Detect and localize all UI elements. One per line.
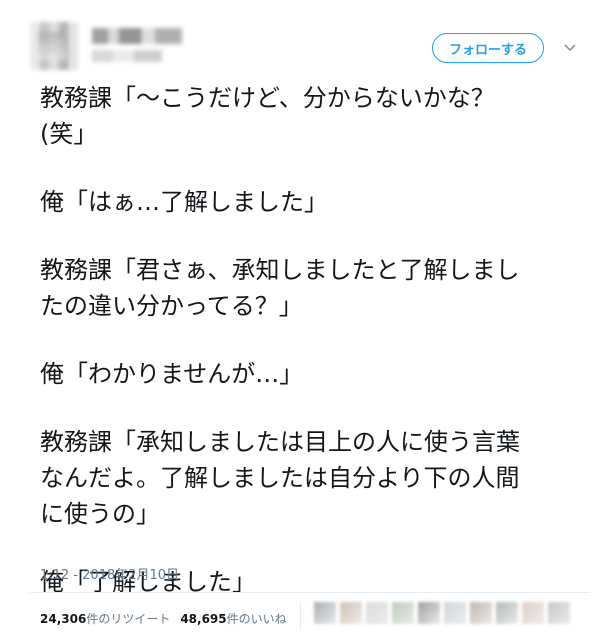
liker-avatar-icon[interactable] [418,602,440,624]
tweet-line: 教務課「承知しましたは目上の人に使う言葉 [40,428,520,456]
stats-separator [300,602,301,630]
tweet-text: 教務課「〜こうだけど、分からないかな？ (笑」俺「はぁ…了解しました」教務課「君さ… [40,80,600,632]
tweet-line: に使うの」 [40,500,160,528]
liker-avatar-icon[interactable] [548,602,570,624]
tweet-paragraph: 教務課「君さぁ、承知しましたと了解しまし たの違い分かってる？」 [40,252,600,324]
display-name-blurred[interactable] [92,28,182,44]
tweet-line: 教務課「君さぁ、承知しましたと了解しまし [40,256,520,284]
tweet-paragraph: 教務課「承知しましたは目上の人に使う言葉 なんだよ。了解しましたは自分より下の人間… [40,424,600,532]
tweet-line: 俺「わかりませんが…」 [40,360,304,388]
tweet-line: (笑」 [40,120,98,148]
liker-avatar-icon[interactable] [496,602,518,624]
liker-avatar-icon[interactable] [470,602,492,624]
liker-avatars [314,602,574,626]
tweet-paragraph: 俺「はぁ…了解しました」 [40,184,600,220]
like-label: 件のいいね [226,611,287,626]
tweet-timestamp[interactable]: 1:12 - 2018年2月10日 [40,564,179,583]
follow-button[interactable]: フォローする [432,33,544,63]
retweet-stat[interactable]: 24,306 件のリツイート [40,610,170,627]
chevron-down-icon[interactable] [560,38,580,58]
tweet-line: たの違い分かってる？」 [40,292,303,320]
tweet-line: 教務課「〜こうだけど、分からないかな？ [40,84,495,112]
liker-avatar-icon[interactable] [366,602,388,624]
retweet-count: 24,306 [40,611,87,626]
retweet-label: 件のリツイート [86,611,171,626]
liker-avatar-icon[interactable] [444,602,466,624]
user-avatar-icon[interactable] [30,22,78,70]
tweet-header: フォローする [0,0,612,80]
liker-avatar-icon[interactable] [392,602,414,624]
tweet-line: 俺「はぁ…了解しました」 [40,188,328,216]
divider [30,592,590,593]
tweet-line: なんだよ。了解しましたは自分より下の人間 [40,464,520,492]
username-blurred[interactable] [92,50,162,62]
tweet-stats: 24,306 件のリツイート 48,695 件のいいね [40,606,297,630]
tweet-paragraph: 教務課「〜こうだけど、分からないかな？ (笑」 [40,80,600,152]
liker-avatar-icon[interactable] [522,602,544,624]
like-stat[interactable]: 48,695 件のいいね [180,610,286,627]
liker-avatar-icon[interactable] [314,602,336,624]
liker-avatar-icon[interactable] [340,602,362,624]
tweet-paragraph: 俺「わかりませんが…」 [40,356,600,392]
like-count: 48,695 [180,611,227,626]
